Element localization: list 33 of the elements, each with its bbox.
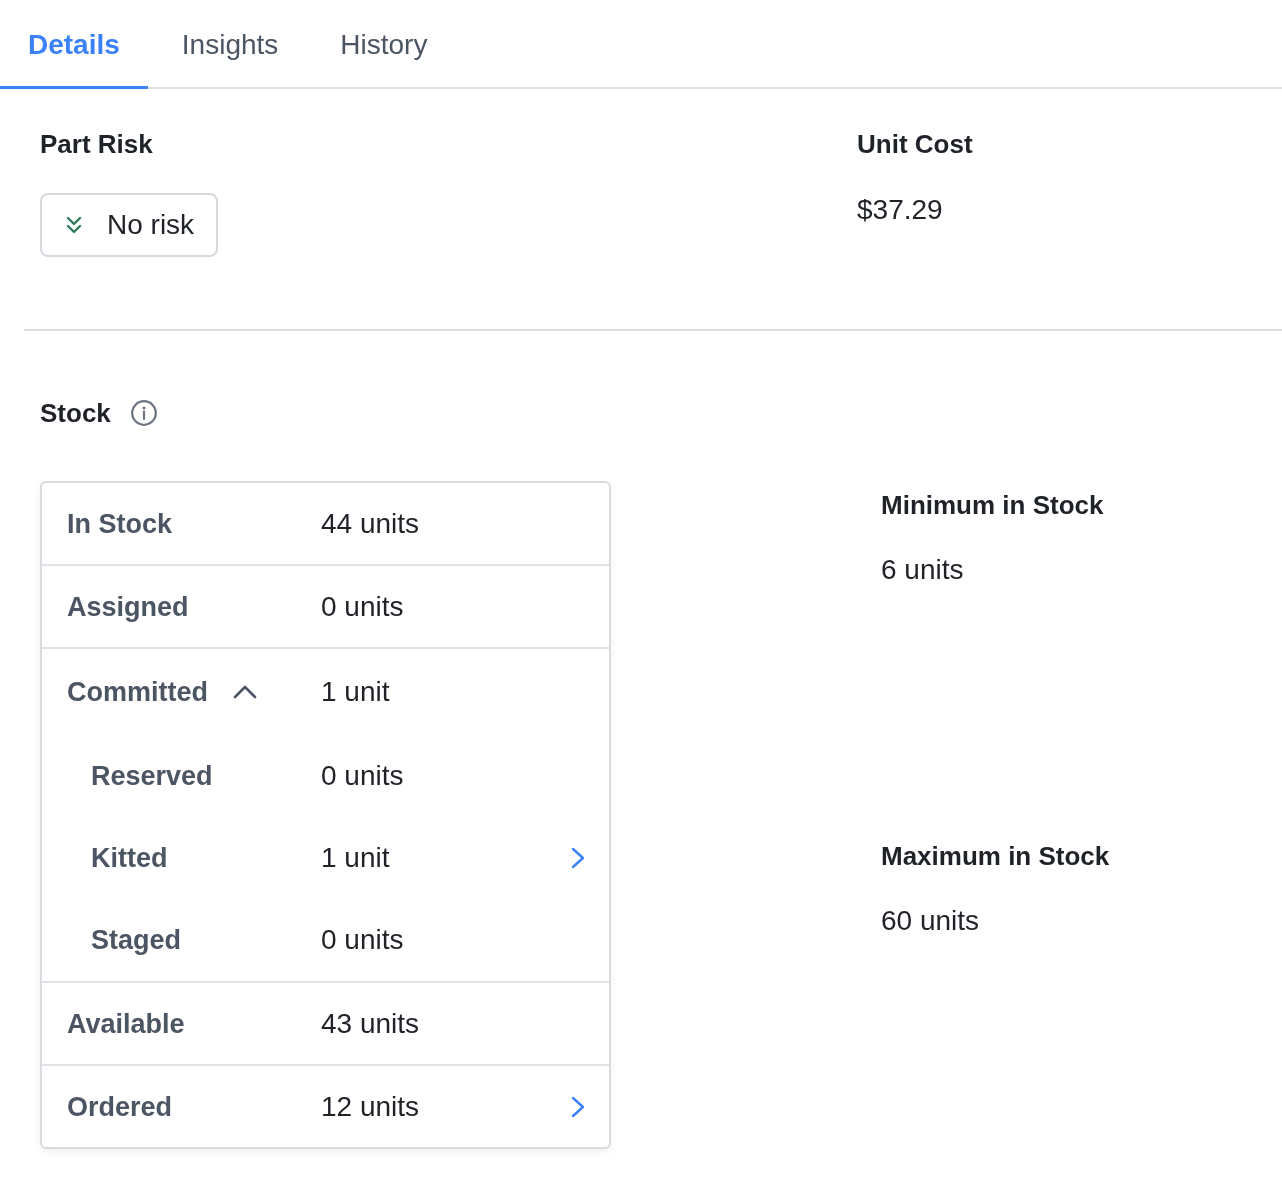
row-value: 43 units xyxy=(321,1007,420,1040)
risk-button[interactable]: No risk xyxy=(40,193,219,257)
row-label: Assigned xyxy=(67,590,189,623)
row-label: Committed xyxy=(67,676,208,708)
section-heading: Stock xyxy=(40,397,111,429)
row-value: 44 units xyxy=(321,507,420,540)
row-label: In Stock xyxy=(67,507,173,540)
info-icon[interactable] xyxy=(130,400,157,426)
field-value: $37.29 xyxy=(857,194,943,226)
chevron-right-icon[interactable] xyxy=(571,1095,585,1118)
row-value: 0 units xyxy=(321,924,404,956)
tab[interactable]: Details xyxy=(0,0,148,89)
row-value: 12 units xyxy=(321,1090,420,1123)
tab[interactable]: History xyxy=(312,0,456,89)
row-label: Reserved xyxy=(91,760,213,792)
double-chevron-down-icon xyxy=(66,216,82,234)
section-heading: Part Risk xyxy=(40,128,153,160)
row-value: 1 unit xyxy=(321,842,390,874)
row-value: 0 units xyxy=(321,590,404,623)
chevron-up-icon[interactable] xyxy=(233,685,257,699)
row-value: 0 units xyxy=(321,760,404,792)
field-value: 60 units xyxy=(881,905,980,937)
tab[interactable]: Insights xyxy=(153,0,307,89)
row-label: Available xyxy=(67,1007,185,1040)
row-label: Staged xyxy=(91,924,182,956)
row-label: Kitted xyxy=(91,842,168,874)
field-value: 6 units xyxy=(881,554,964,586)
row-value: 1 unit xyxy=(321,676,390,708)
section-heading: Unit Cost xyxy=(857,128,973,160)
chevron-right-icon[interactable] xyxy=(571,847,585,869)
row-label: Ordered xyxy=(67,1090,173,1123)
field-label: Maximum in Stock xyxy=(881,840,1110,872)
field-label: Minimum in Stock xyxy=(881,489,1104,521)
